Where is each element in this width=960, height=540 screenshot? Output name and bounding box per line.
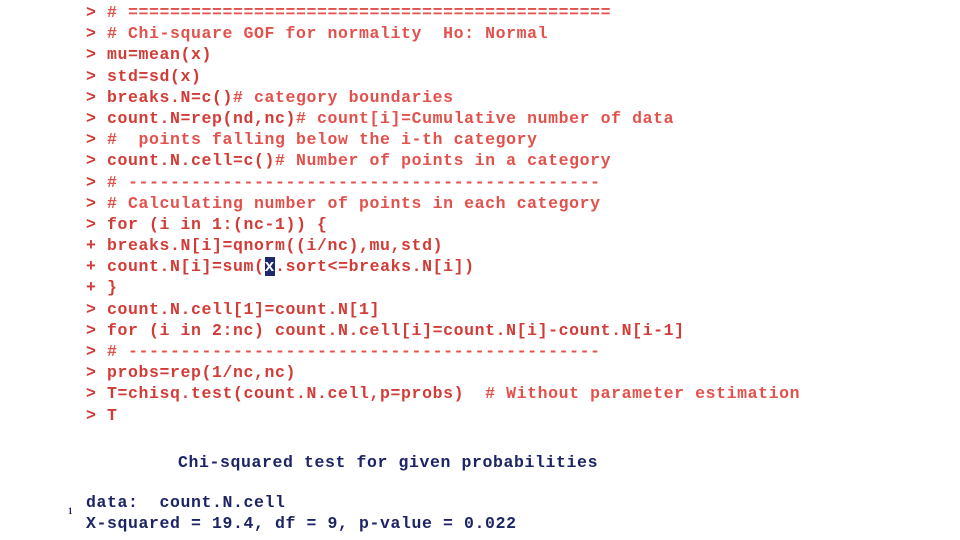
- console-prompt: >: [86, 45, 108, 65]
- output-title: Chi-squared test for given probabilities: [178, 453, 599, 472]
- console-code[interactable]: mu=mean(x): [107, 45, 212, 64]
- console-line[interactable]: + }: [86, 277, 946, 298]
- console-prompt: >: [86, 130, 108, 150]
- console-comment: # count[i]=Cumulative number of data: [296, 108, 675, 128]
- console-code[interactable]: count.N=rep(nd,nc): [107, 109, 296, 128]
- console-line[interactable]: > # points falling below the i-th catego…: [86, 129, 946, 150]
- console-line[interactable]: > # ====================================…: [86, 2, 946, 23]
- console-prompt: >: [86, 87, 108, 107]
- console-comment: # --------------------------------------…: [107, 172, 601, 192]
- console-code-after-selection[interactable]: .sort<=breaks.N[i]): [275, 257, 475, 276]
- console-line[interactable]: > count.N.cell[1]=count.N[1]: [86, 299, 946, 320]
- console-prompt: >: [86, 214, 108, 234]
- console-line[interactable]: > count.N=rep(nd,nc)# count[i]=Cumulativ…: [86, 108, 946, 129]
- console-code[interactable]: std=sd(x): [107, 67, 202, 86]
- console-comment: # points falling below the i-th category: [107, 130, 538, 150]
- console-code[interactable]: T=chisq.test(count.N.cell,p=probs): [107, 384, 485, 403]
- console-prompt: >: [86, 24, 108, 44]
- console-code[interactable]: T: [107, 406, 118, 425]
- page-number: 1: [68, 506, 73, 516]
- console-prompt: >: [86, 108, 108, 128]
- console-line[interactable]: > T: [86, 405, 946, 426]
- console-prompt: >: [86, 172, 108, 192]
- console-code[interactable]: for (i in 2:nc) count.N.cell[i]=count.N[…: [107, 321, 685, 340]
- console-code[interactable]: count.N[i]=sum(: [107, 257, 265, 276]
- console-prompt: >: [86, 66, 108, 86]
- console-prompt: >: [86, 193, 108, 213]
- console-prompt: >: [86, 299, 108, 319]
- r-console-transcript[interactable]: > # ====================================…: [86, 2, 946, 426]
- console-comment: # Without parameter estimation: [485, 384, 801, 404]
- console-comment: # Calculating number of points in each c…: [107, 193, 601, 213]
- console-code[interactable]: breaks.N[i]=qnorm((i/nc),mu,std): [107, 236, 443, 255]
- console-line[interactable]: > breaks.N=c()# category boundaries: [86, 87, 946, 108]
- console-line[interactable]: + breaks.N[i]=qnorm((i/nc),mu,std): [86, 235, 946, 256]
- console-prompt: >: [86, 405, 108, 425]
- console-code[interactable]: count.N.cell[1]=count.N[1]: [107, 300, 380, 319]
- console-line[interactable]: > for (i in 2:nc) count.N.cell[i]=count.…: [86, 320, 946, 341]
- console-line[interactable]: > for (i in 1:(nc-1)) {: [86, 214, 946, 235]
- console-comment: # ======================================…: [107, 3, 612, 22]
- console-line[interactable]: > std=sd(x): [86, 66, 946, 87]
- console-line[interactable]: > count.N.cell=c()# Number of points in …: [86, 150, 946, 171]
- console-code[interactable]: for (i in 1:(nc-1)) {: [107, 215, 328, 234]
- output-data-line: data: count.N.cell: [86, 492, 286, 512]
- console-code[interactable]: probs=rep(1/nc,nc): [107, 363, 296, 382]
- r-console-output: Chi-squared test for given probabilities…: [86, 452, 946, 535]
- console-line[interactable]: + count.N[i]=sum(x.sort<=breaks.N[i]): [86, 256, 946, 277]
- console-line[interactable]: > # ------------------------------------…: [86, 341, 946, 362]
- console-code[interactable]: breaks.N=c(): [107, 88, 233, 107]
- console-line[interactable]: > probs=rep(1/nc,nc): [86, 362, 946, 383]
- console-comment: # Chi-square GOF for normality Ho: Norma…: [107, 24, 549, 44]
- console-line[interactable]: > T=chisq.test(count.N.cell,p=probs) # W…: [86, 383, 946, 404]
- console-prompt: +: [86, 278, 108, 298]
- console-prompt: >: [86, 342, 108, 361]
- slide-canvas: > # ====================================…: [0, 0, 960, 540]
- console-prompt: >: [86, 363, 108, 383]
- console-prompt: >: [86, 320, 108, 340]
- console-comment: # Number of points in a category: [275, 151, 612, 171]
- console-line[interactable]: > # Calculating number of points in each…: [86, 193, 946, 214]
- console-prompt: +: [86, 257, 108, 277]
- console-code[interactable]: count.N.cell=c(): [107, 151, 275, 170]
- console-prompt: +: [86, 236, 108, 256]
- console-line[interactable]: > # ------------------------------------…: [86, 172, 946, 193]
- selected-variable-highlight[interactable]: x: [264, 257, 276, 277]
- output-spacer: [86, 474, 946, 492]
- console-prompt: >: [86, 384, 108, 404]
- console-line[interactable]: > # Chi-square GOF for normality Ho: Nor…: [86, 23, 946, 44]
- output-stats-line: X-squared = 19.4, df = 9, p-value = 0.02…: [86, 514, 517, 533]
- console-comment: # category boundaries: [233, 87, 454, 107]
- console-comment: # --------------------------------------…: [107, 342, 601, 361]
- console-prompt: >: [86, 3, 108, 22]
- console-prompt: >: [86, 151, 108, 171]
- console-line[interactable]: > mu=mean(x): [86, 44, 946, 65]
- console-code[interactable]: }: [107, 278, 118, 297]
